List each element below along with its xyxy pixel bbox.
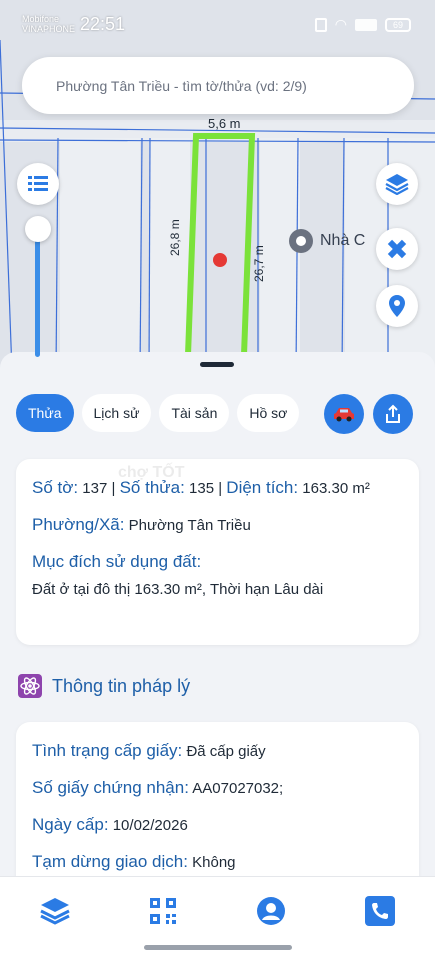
tab-lich-su[interactable]: Lịch sử [81, 394, 152, 432]
parcel-marker [213, 253, 227, 267]
carrier-2: VINAPHONE [22, 24, 76, 34]
suspend-row: Tạm dừng giao dịch: Không [32, 851, 403, 874]
layers-button[interactable] [376, 163, 418, 205]
poi-marker[interactable]: Nhà C [288, 228, 365, 254]
separator-1: | [111, 480, 116, 497]
ward-row: Phường/Xã: Phường Tân Triều [32, 514, 403, 537]
signal-icon [355, 18, 377, 31]
watermark: chợ TỐT [118, 464, 185, 481]
cert-label: Số giấy chứng nhận: [32, 778, 189, 797]
parcel-left-length-label: 26,8 m [168, 219, 182, 256]
date-value: 10/02/2026 [112, 817, 188, 834]
suspend-value: Không [192, 854, 236, 871]
qr-code-icon [150, 898, 176, 924]
battery-icon: 69 [385, 17, 411, 32]
cert-value: AA07027032; [192, 780, 284, 797]
dien-tich-unit: m² [352, 480, 370, 497]
parcel-info-card: Số tờ: 137 | Số thửa: 135 | Diện tích: 1… [16, 459, 419, 645]
poi-label: Nhà C [320, 232, 366, 249]
search-bar[interactable]: Phường Tân Triều - tìm tờ/thửa (vd: 2/9) [22, 57, 414, 114]
date-label: Ngày cấp: [32, 815, 109, 834]
vibrate-icon [314, 17, 327, 32]
tab-tai-san[interactable]: Tài sản [159, 394, 230, 432]
status-value: Đã cấp giấy [186, 743, 266, 760]
dien-tich-value: 163.30 [302, 480, 349, 497]
status-label: Tình trạng cấp giấy: [32, 741, 183, 760]
carrier-1: Mobifone [22, 14, 60, 24]
ward-label: Phường/Xã: [32, 515, 125, 534]
separator-2: | [218, 480, 223, 497]
tab-ho-so[interactable]: Hồ sơ [237, 394, 300, 432]
home-indicator[interactable] [144, 945, 292, 950]
bottom-nav [0, 876, 435, 960]
share-icon [386, 404, 400, 423]
location-pin-icon [389, 295, 405, 317]
car-icon [334, 408, 354, 422]
date-row: Ngày cấp: 10/02/2026 [32, 814, 403, 837]
cert-row: Số giấy chứng nhận: AA07027032; [32, 777, 403, 800]
so-to-label: Số tờ: [32, 478, 79, 497]
sheet-drag-handle[interactable] [200, 362, 234, 367]
parcel-width-label: 5,6 m [208, 116, 241, 131]
purpose-row: Mục đích sử dụng đất: Đất ở tại đô thị 1… [32, 551, 403, 601]
phone-icon [365, 896, 395, 926]
measure-button[interactable] [376, 228, 418, 270]
status-icons: ◠ 69 [314, 16, 411, 33]
opacity-slider-thumb[interactable] [25, 216, 51, 242]
nav-account[interactable] [251, 891, 291, 931]
bottom-sheet[interactable]: Thửa Lịch sử Tài sản Hồ sơ Số tờ: 137 | … [0, 352, 435, 960]
share-button[interactable] [373, 394, 413, 434]
map-view[interactable]: 5,6 m 26,8 m 26,7 m Nhà C Mobifone VINAP… [0, 0, 435, 372]
ward-value: Phường Tân Triều [128, 517, 251, 534]
dien-tich-label: Diện tích: [226, 478, 299, 497]
cadastral-map [0, 0, 435, 372]
clock: 22:51 [80, 14, 126, 34]
legal-section-header: Thông tin pháp lý [18, 674, 190, 698]
parcel-right-length-label: 26,7 m [252, 245, 266, 282]
list-icon [28, 176, 48, 191]
search-input[interactable]: Phường Tân Triều - tìm tờ/thửa (vd: 2/9) [56, 78, 307, 94]
tab-bar: Thửa Lịch sử Tài sản Hồ sơ [16, 394, 300, 432]
so-thua-value: 135 [189, 480, 215, 497]
nav-map-layers[interactable] [35, 891, 75, 931]
legal-section-title: Thông tin pháp lý [52, 675, 191, 696]
purpose-label: Mục đích sử dụng đất: [32, 552, 202, 571]
poi-pin-icon [289, 229, 313, 253]
opacity-slider-track[interactable] [35, 232, 40, 357]
so-to-value: 137 [82, 480, 108, 497]
directions-button[interactable] [324, 394, 364, 434]
wifi-icon: ◠ [334, 16, 347, 32]
layers-icon [40, 898, 70, 925]
carrier-info: Mobifone VINAPHONE [22, 14, 75, 34]
parcel-summary: Số tờ: 137 | Số thửa: 135 | Diện tích: 1… [32, 477, 403, 500]
status-row: Tình trạng cấp giấy: Đã cấp giấy [32, 740, 403, 763]
ruler-pencil-icon [387, 239, 407, 259]
nav-call[interactable] [360, 891, 400, 931]
layers-icon [385, 174, 409, 195]
my-location-button[interactable] [376, 285, 418, 327]
purpose-value: Đất ở tại đô thị 163.30 m², Thời hạn Lâu… [32, 581, 324, 598]
status-bar: Mobifone VINAPHONE 22:51 ◠ 69 [0, 0, 435, 48]
user-icon [257, 897, 285, 925]
nav-qr-scan[interactable] [143, 891, 183, 931]
list-button[interactable] [17, 163, 59, 205]
tab-thua[interactable]: Thửa [16, 394, 74, 432]
suspend-label: Tạm dừng giao dịch: [32, 852, 188, 871]
atom-icon [18, 674, 42, 698]
